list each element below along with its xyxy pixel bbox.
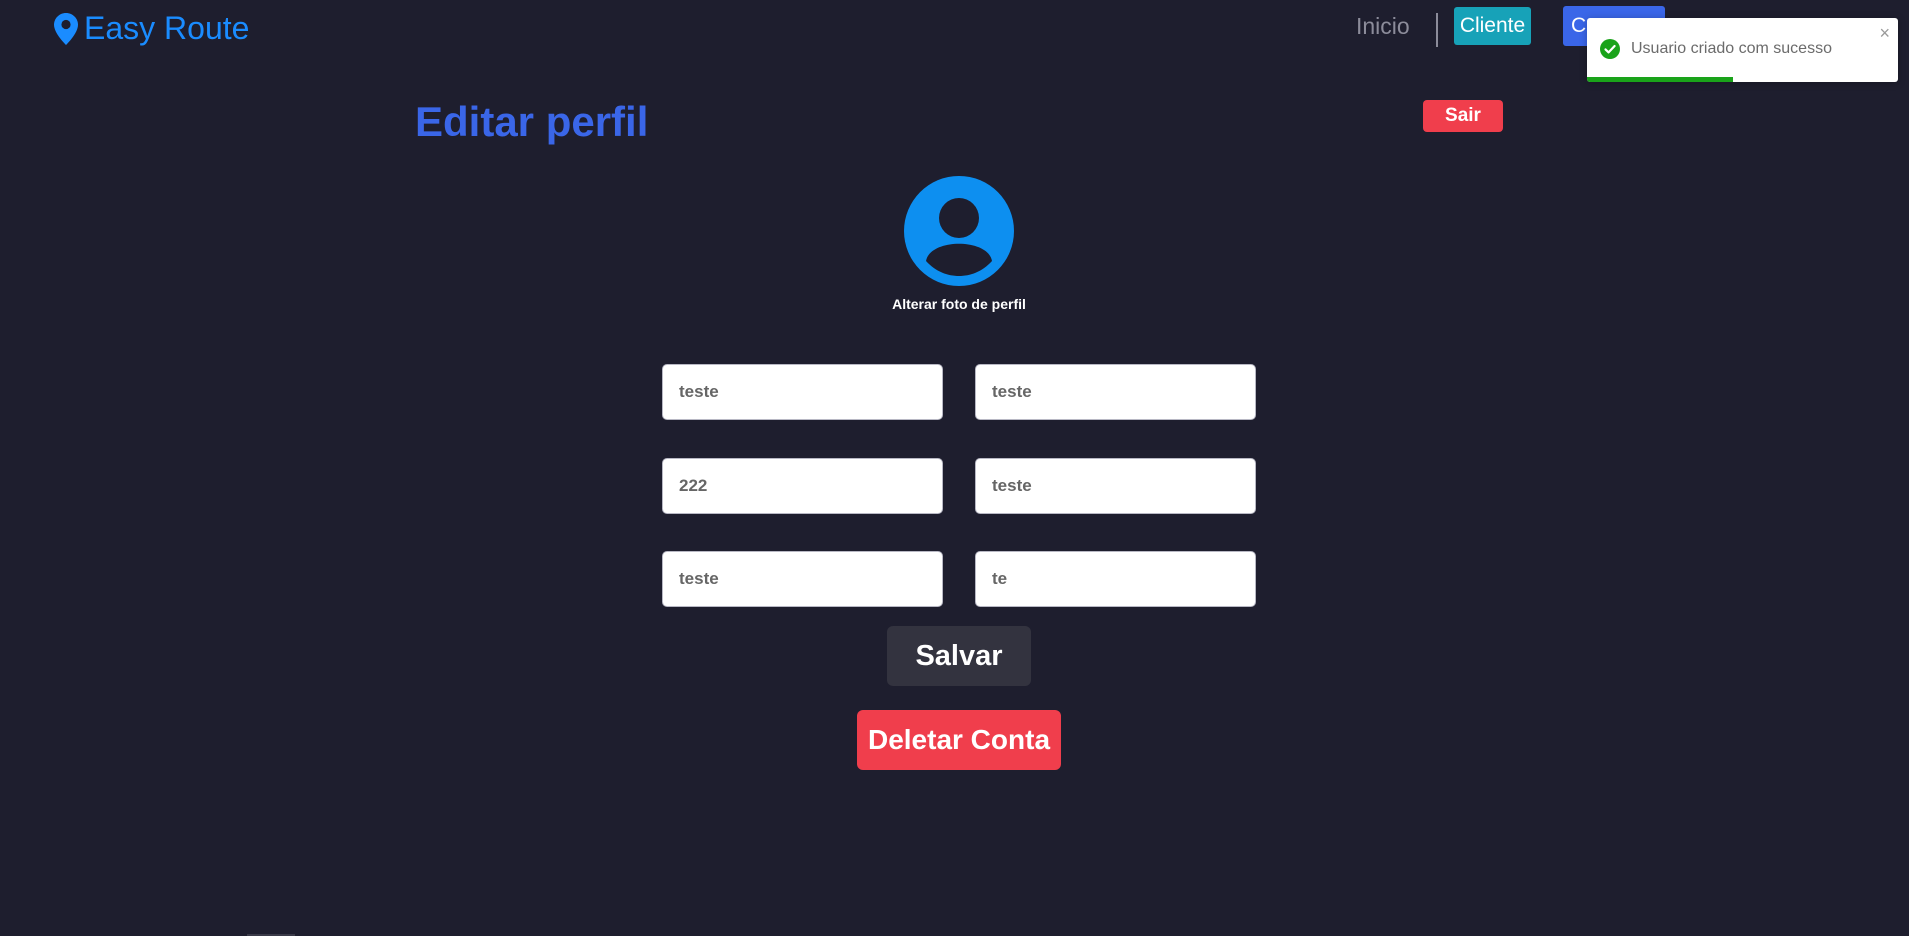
page-title: Editar perfil [415, 98, 649, 145]
map-pin-icon [54, 12, 78, 45]
toast-progress-track [1587, 77, 1898, 82]
change-photo-link[interactable]: Alterar foto de perfil [859, 296, 1059, 312]
user-circle-icon[interactable] [904, 176, 1014, 286]
field-4[interactable] [975, 458, 1256, 514]
logout-button[interactable]: Sair [1423, 100, 1503, 132]
close-icon[interactable]: × [1879, 24, 1890, 42]
nav-link-inicio[interactable]: Inicio [1356, 13, 1410, 40]
field-3[interactable] [662, 458, 943, 514]
field-5[interactable] [662, 551, 943, 607]
toast-message: Usuario criado com sucesso [1631, 40, 1832, 57]
success-toast: Usuario criado com sucesso × [1587, 18, 1898, 82]
check-circle-icon [1600, 39, 1620, 59]
cliente-button[interactable]: Cliente [1454, 7, 1531, 45]
brand-name: Easy Route [84, 10, 250, 46]
field-1[interactable] [662, 364, 943, 420]
toast-progress-bar [1587, 77, 1734, 82]
save-button[interactable]: Salvar [887, 626, 1031, 686]
field-6[interactable] [975, 551, 1256, 607]
delete-account-button[interactable]: Deletar Conta [857, 710, 1061, 770]
brand-link[interactable]: Easy Route [54, 10, 249, 47]
nav-divider [1436, 13, 1438, 47]
field-2[interactable] [975, 364, 1256, 420]
